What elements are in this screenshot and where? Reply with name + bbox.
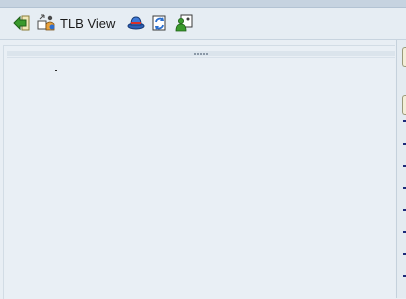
resize-splitter[interactable] (7, 51, 395, 56)
cursor-mark (55, 70, 57, 71)
side-tab-1[interactable] (402, 47, 406, 67)
tlb-view-icon (37, 14, 57, 32)
back-arrow-icon (13, 14, 31, 32)
refresh-icon (151, 14, 169, 32)
right-side-panel-edge (396, 40, 406, 298)
user-button[interactable] (175, 13, 193, 33)
user-icon (175, 14, 193, 32)
side-tab-2[interactable] (402, 95, 406, 115)
application-toolbar: TLB View (0, 8, 406, 40)
back-button[interactable] (13, 13, 31, 33)
refresh-button[interactable] (151, 13, 169, 33)
main-content-panel (3, 45, 395, 299)
hat-icon (127, 14, 145, 32)
window-header-strip (0, 0, 406, 8)
splitter-divider (7, 57, 395, 58)
hat-button[interactable] (127, 13, 145, 33)
tlb-view-button[interactable]: TLB View (37, 13, 115, 33)
grip-icon (194, 52, 208, 55)
tlb-view-label: TLB View (60, 15, 116, 31)
